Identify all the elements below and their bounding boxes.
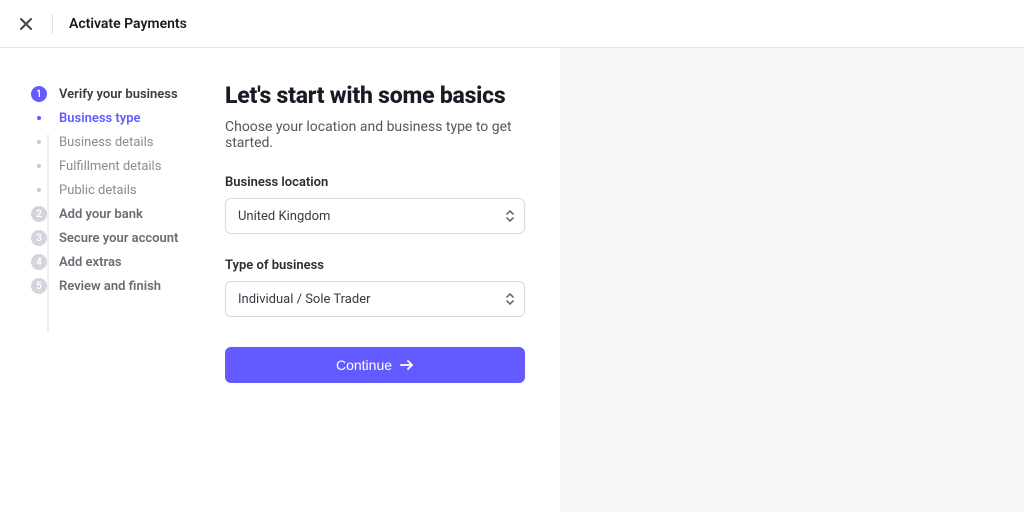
substep-label: Business details	[59, 135, 153, 150]
step-label: Review and finish	[59, 279, 161, 294]
substep-fulfillment-details[interactable]: Fulfillment details	[28, 154, 225, 178]
step-number-badge: 1	[31, 86, 47, 102]
sidebar: 1 Verify your business Business type Bus…	[0, 48, 225, 512]
continue-button[interactable]: Continue	[225, 347, 525, 383]
step-add-your-bank[interactable]: 2 Add your bank	[28, 202, 225, 226]
step-review-and-finish[interactable]: 5 Review and finish	[28, 274, 225, 298]
step-number-badge: 2	[31, 206, 47, 222]
step-add-extras[interactable]: 4 Add extras	[28, 250, 225, 274]
header: Activate Payments	[0, 0, 1024, 48]
step-label: Add your bank	[59, 207, 143, 222]
step-label: Verify your business	[59, 87, 178, 102]
substep-dot-icon	[31, 188, 47, 192]
substep-label: Public details	[59, 183, 137, 198]
step-number-badge: 4	[31, 254, 47, 270]
substep-business-details[interactable]: Business details	[28, 130, 225, 154]
substep-dot-icon	[31, 164, 47, 168]
step-verify-your-business[interactable]: 1 Verify your business	[28, 82, 225, 106]
subtitle: Choose your location and business type t…	[225, 119, 560, 151]
business-location-value: United Kingdom	[238, 209, 330, 224]
type-of-business-value: Individual / Sole Trader	[238, 292, 371, 307]
business-location-select[interactable]: United Kingdom	[225, 198, 525, 234]
substep-dot-icon	[31, 116, 47, 120]
main-content: Let's start with some basics Choose your…	[225, 48, 560, 512]
page-title: Activate Payments	[69, 16, 187, 32]
business-location-label: Business location	[225, 175, 560, 190]
header-divider	[52, 14, 53, 34]
substep-dot-icon	[31, 140, 47, 144]
step-number-badge: 5	[31, 278, 47, 294]
close-button[interactable]	[16, 14, 36, 34]
step-number-badge: 3	[31, 230, 47, 246]
substep-label: Fulfillment details	[59, 159, 161, 174]
step-label: Secure your account	[59, 231, 178, 246]
type-of-business-select[interactable]: Individual / Sole Trader	[225, 281, 525, 317]
type-of-business-label: Type of business	[225, 258, 560, 273]
arrow-right-icon	[400, 359, 414, 371]
substep-public-details[interactable]: Public details	[28, 178, 225, 202]
heading: Let's start with some basics	[225, 82, 560, 109]
right-panel-placeholder	[560, 48, 1024, 512]
close-icon	[19, 17, 33, 31]
continue-button-label: Continue	[336, 357, 392, 373]
step-label: Add extras	[59, 255, 122, 270]
substep-label: Business type	[59, 111, 141, 126]
step-secure-your-account[interactable]: 3 Secure your account	[28, 226, 225, 250]
substep-business-type[interactable]: Business type	[28, 106, 225, 130]
